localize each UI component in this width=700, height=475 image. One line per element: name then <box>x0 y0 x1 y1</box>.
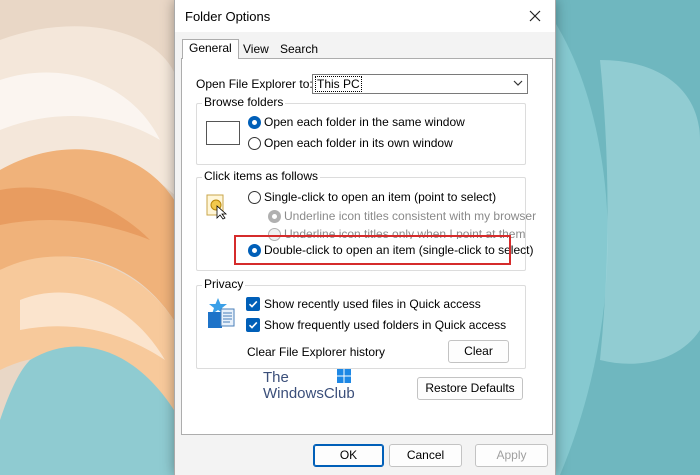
clear-history-label: Clear File Explorer history <box>247 345 386 359</box>
privacy-title: Privacy <box>202 277 246 291</box>
quick-access-icon <box>208 298 235 328</box>
own-window-label[interactable]: Open each folder in its own window <box>264 136 453 150</box>
watermark: The WindowsClub <box>263 369 355 402</box>
apply-button[interactable]: Apply <box>475 444 548 467</box>
browse-folders-group: Browse folders Open each folder in the s… <box>196 95 526 165</box>
same-window-radio[interactable] <box>248 116 261 129</box>
tab-search[interactable]: Search <box>274 41 324 58</box>
title-bar: Folder Options <box>175 0 555 32</box>
underline-consistent-label[interactable]: Underline icon titles consistent with my… <box>284 209 536 223</box>
open-explorer-label: Open File Explorer to: <box>196 77 313 91</box>
open-explorer-dropdown[interactable]: This PC <box>312 74 528 94</box>
ok-button[interactable]: OK <box>313 444 384 467</box>
click-items-title: Click items as follows <box>202 169 321 183</box>
privacy-group: Privacy Show recently used files in Quic… <box>196 277 526 369</box>
frequent-folders-label[interactable]: Show frequently used folders in Quick ac… <box>264 318 506 332</box>
close-icon <box>529 10 541 22</box>
single-click-label[interactable]: Single-click to open an item (point to s… <box>264 190 496 204</box>
window-icon <box>206 121 240 145</box>
underline-consistent-radio[interactable] <box>268 210 281 223</box>
recent-files-label[interactable]: Show recently used files in Quick access <box>264 297 481 311</box>
watermark-line2: WindowsClub <box>263 385 355 402</box>
checkmark-icon <box>248 300 258 308</box>
single-click-radio[interactable] <box>248 191 261 204</box>
general-tab-panel: Open File Explorer to: This PC Browse fo… <box>181 58 553 435</box>
chevron-down-icon <box>513 80 523 86</box>
recent-files-checkbox[interactable] <box>246 297 260 311</box>
tab-view[interactable]: View <box>237 41 275 58</box>
browse-folders-title: Browse folders <box>202 95 286 109</box>
tab-general[interactable]: General <box>182 39 239 59</box>
same-window-label[interactable]: Open each folder in the same window <box>264 115 465 129</box>
clear-button[interactable]: Clear <box>448 340 509 363</box>
folder-options-dialog: Folder Options General View Search Open … <box>174 0 556 475</box>
windows-logo-icon <box>337 369 351 383</box>
pointer-icon <box>206 194 228 220</box>
open-explorer-value: This PC <box>315 76 362 92</box>
cancel-button[interactable]: Cancel <box>389 444 462 467</box>
frequent-folders-checkbox[interactable] <box>246 318 260 332</box>
restore-defaults-button[interactable]: Restore Defaults <box>417 377 523 400</box>
highlight-box <box>234 235 511 265</box>
own-window-radio[interactable] <box>248 137 261 150</box>
checkmark-icon <box>248 321 258 329</box>
window-title: Folder Options <box>185 9 271 24</box>
close-button[interactable] <box>515 0 555 32</box>
